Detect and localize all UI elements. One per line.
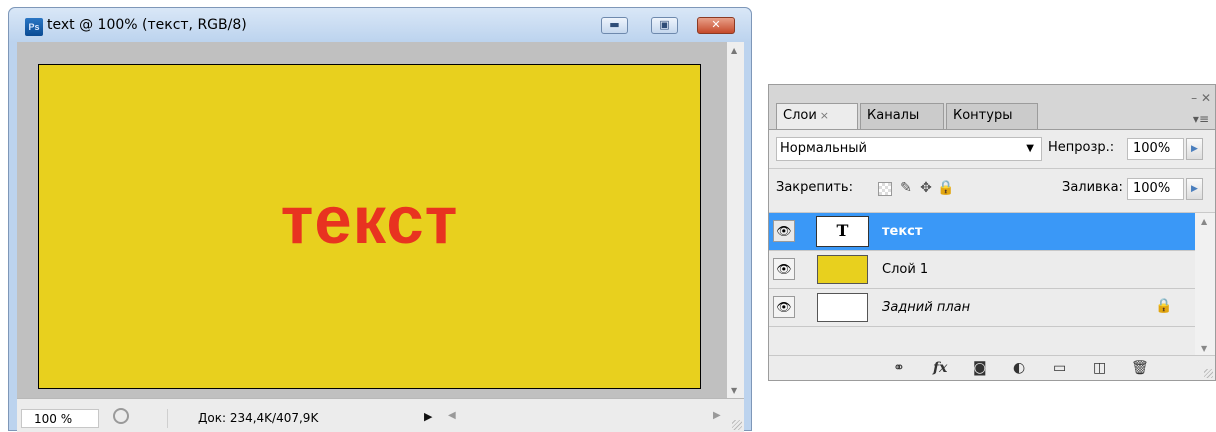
doc-size-info: Док: 234,4K/407,9K	[167, 409, 419, 428]
layer-thumbnail	[817, 293, 868, 322]
lock-label: Закрепить:	[776, 180, 853, 195]
status-menu-arrow-icon[interactable]: ▶	[424, 410, 432, 423]
blend-mode-select[interactable]: Нормальный ▼	[776, 137, 1042, 161]
status-bar: 100 % Док: 234,4K/407,9K ▶ ◀ ▶	[17, 398, 744, 432]
resize-grip-icon[interactable]	[732, 420, 742, 430]
photoshop-icon: Ps	[25, 18, 43, 36]
layer-name: Слой 1	[882, 262, 929, 277]
vertical-scrollbar[interactable]: ▲ ▼	[727, 42, 744, 399]
document-area: текст ▲ ▼ 100 % Док: 234,4K/407,9K ▶ ◀ ▶	[17, 42, 744, 432]
document-title: text @ 100% (текст, RGB/8)	[47, 17, 247, 33]
scroll-right-icon[interactable]: ▶	[713, 410, 721, 421]
fx-icon[interactable]: fx	[933, 359, 947, 377]
text-layer-thumbnail: T	[816, 216, 869, 247]
eye-icon[interactable]: 👁	[773, 258, 795, 280]
panel-tabbar: Слои × Каналы Контуры	[769, 103, 1215, 130]
tab-paths-label: Контуры	[953, 108, 1013, 123]
scroll-down-icon[interactable]: ▼	[1201, 344, 1207, 353]
panel-menu-icon[interactable]: ▾≡	[1193, 112, 1209, 126]
document-window: Ps text @ 100% (текст, RGB/8) ▬ ▣ ✕ текс…	[8, 7, 752, 432]
layer-row-text[interactable]: 👁 T текст	[769, 213, 1195, 251]
tab-paths[interactable]: Контуры	[946, 103, 1038, 129]
lock-all-icon[interactable]: 🔒	[937, 180, 954, 196]
layers-panel: – ✕ Слои × Каналы Контуры ▾≡ Нормальный ▼…	[768, 84, 1216, 381]
scroll-down-icon[interactable]: ▼	[731, 386, 737, 395]
layers-list: 👁 T текст 👁 Слой 1 👁 Задний план 🔒	[769, 213, 1195, 357]
link-icon[interactable]: ⚭	[893, 359, 905, 377]
scroll-left-icon[interactable]: ◀	[448, 410, 456, 421]
layer-name: Задний план	[882, 300, 971, 315]
trash-icon[interactable]: 🗑	[1131, 359, 1149, 377]
fill-slider-button[interactable]: ▶	[1186, 178, 1203, 200]
tab-layers-label: Слои	[783, 108, 817, 123]
tab-channels-label: Каналы	[867, 108, 920, 123]
tab-channels[interactable]: Каналы	[860, 103, 944, 129]
panel-body: Нормальный ▼ Непрозр.: 100% ▶ Закрепить:…	[769, 129, 1215, 380]
opacity-label: Непрозр.:	[1048, 140, 1115, 155]
close-tab-icon[interactable]: ×	[820, 109, 829, 122]
zoom-field[interactable]: 100 %	[21, 409, 99, 428]
opacity-slider-button[interactable]: ▶	[1186, 138, 1203, 160]
lock-icon: 🔒	[1155, 298, 1173, 314]
layer-row-background[interactable]: 👁 Задний план 🔒	[769, 289, 1195, 327]
opacity-field[interactable]: 100%	[1127, 138, 1184, 160]
minimize-button[interactable]: ▬	[601, 17, 628, 34]
divider	[769, 168, 1215, 169]
mask-icon[interactable]: ◙	[973, 359, 987, 377]
layer-row-layer1[interactable]: 👁 Слой 1	[769, 251, 1195, 289]
eye-icon[interactable]: 👁	[773, 220, 795, 242]
resize-grip-icon[interactable]	[1204, 369, 1213, 378]
adjustment-icon[interactable]: ◐	[1013, 359, 1025, 377]
layer-name: текст	[882, 224, 923, 239]
status-options-icon[interactable]	[113, 408, 129, 424]
fill-label: Заливка:	[1062, 180, 1123, 195]
maximize-button[interactable]: ▣	[651, 17, 678, 34]
close-button[interactable]: ✕	[697, 17, 735, 34]
blend-mode-value: Нормальный	[780, 141, 867, 156]
lock-position-move-icon[interactable]: ✥	[918, 180, 934, 196]
lock-transparency-icon[interactable]	[878, 182, 892, 196]
layers-bottom-toolbar: ⚭ fx ◙ ◐ ▭ ◫ 🗑	[769, 355, 1215, 380]
tab-layers[interactable]: Слои ×	[776, 103, 858, 130]
chevron-down-icon: ▼	[1026, 143, 1034, 154]
layer-thumbnail	[817, 255, 868, 284]
eye-icon[interactable]: 👁	[773, 296, 795, 318]
document-titlebar[interactable]: Ps text @ 100% (текст, RGB/8) ▬ ▣ ✕	[9, 8, 751, 42]
canvas[interactable]: текст	[38, 64, 701, 389]
scroll-up-icon[interactable]: ▲	[731, 46, 737, 55]
new-layer-icon[interactable]: ◫	[1093, 359, 1106, 377]
fill-field[interactable]: 100%	[1127, 178, 1184, 200]
lock-image-brush-icon[interactable]: ✎	[898, 180, 914, 196]
scroll-up-icon[interactable]: ▲	[1201, 217, 1207, 226]
folder-icon[interactable]: ▭	[1053, 359, 1066, 377]
layers-scrollbar[interactable]: ▲ ▼	[1195, 213, 1215, 357]
canvas-text[interactable]: текст	[39, 187, 700, 254]
